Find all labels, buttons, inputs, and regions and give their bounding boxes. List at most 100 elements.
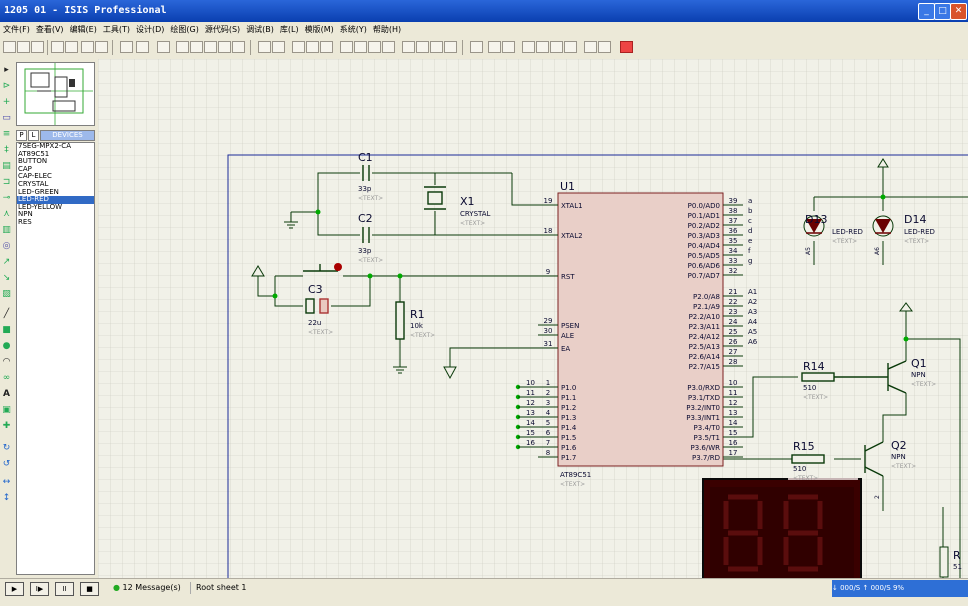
menu-file[interactable]: 文件(F) — [0, 22, 33, 37]
search-tag-icon[interactable] — [488, 41, 501, 53]
origin-icon[interactable] — [157, 41, 170, 53]
virtual-instrument-icon[interactable]: ▨ — [1, 289, 12, 300]
menu-debug[interactable]: 调试(B) — [243, 22, 277, 37]
save-icon[interactable] — [31, 41, 44, 53]
grid-icon[interactable] — [136, 41, 149, 53]
ares-icon[interactable] — [620, 41, 633, 53]
line-icon[interactable]: ╱ — [1, 309, 12, 320]
subcircuit-icon[interactable]: ▤ — [1, 161, 12, 172]
rotate-clockwise-icon[interactable]: ↻ — [1, 443, 12, 454]
pick-devices-tab[interactable]: P — [16, 130, 27, 141]
flip-vertical-icon[interactable]: ↕ — [1, 493, 12, 504]
netlist-icon[interactable] — [598, 41, 611, 53]
minimize-button[interactable]: _ — [918, 3, 935, 20]
import-icon[interactable] — [51, 41, 64, 53]
generator-icon[interactable]: ◎ — [1, 241, 12, 252]
menu-template[interactable]: 模版(M) — [302, 22, 337, 37]
pick-device-icon[interactable] — [402, 41, 415, 53]
menu-source[interactable]: 源代码(S) — [202, 22, 243, 37]
component-mode-icon[interactable]: ⊳ — [1, 81, 12, 92]
play-button[interactable]: ▶ — [5, 582, 24, 596]
new-file-icon[interactable] — [3, 41, 16, 53]
menu-tools[interactable]: 工具(T) — [100, 22, 133, 37]
text-script-icon[interactable]: ≡ — [1, 129, 12, 140]
step-button[interactable]: I▶ — [30, 582, 49, 596]
u1-pin-name: XTAL2 — [561, 232, 583, 240]
refresh-icon[interactable] — [120, 41, 133, 53]
zoom-area-icon[interactable] — [232, 41, 245, 53]
close-button[interactable]: ✕ — [950, 3, 967, 20]
pan-icon[interactable] — [176, 41, 189, 53]
u1-pin-number: 37 — [729, 217, 738, 225]
selection-mode-icon[interactable]: ▸ — [1, 65, 12, 76]
text-icon[interactable]: A — [1, 389, 12, 400]
menu-help[interactable]: 帮助(H) — [370, 22, 404, 37]
erc-icon[interactable] — [584, 41, 597, 53]
graph-icon[interactable]: ⋏ — [1, 209, 12, 220]
box-icon[interactable]: ■ — [1, 325, 12, 336]
messages-indicator[interactable]: ● 12 Message(s) — [113, 582, 181, 594]
menu-graph[interactable]: 绘图(G) — [167, 22, 201, 37]
property-assign-icon[interactable] — [502, 41, 515, 53]
device-pin-icon[interactable]: ⊸ — [1, 193, 12, 204]
menu-design[interactable]: 设计(D) — [133, 22, 167, 37]
u1-pin-name: P2.1/A9 — [693, 303, 720, 311]
pause-button[interactable]: II — [55, 582, 74, 596]
tape-recorder-icon[interactable]: ▥ — [1, 225, 12, 236]
menu-view[interactable]: 查看(V) — [33, 22, 67, 37]
export-icon[interactable] — [65, 41, 78, 53]
net-terminal-label: 16 — [526, 439, 535, 447]
paste-icon[interactable] — [320, 41, 333, 53]
library-manager-tab[interactable]: L — [28, 130, 39, 141]
path-icon[interactable]: ∞ — [1, 373, 12, 384]
flip-horizontal-icon[interactable]: ↔ — [1, 477, 12, 488]
d14-ref: D14 — [904, 213, 926, 226]
coordinate-readout: ↓ 000/S ↑ 000/S 9% — [832, 580, 968, 597]
block-delete-icon[interactable] — [382, 41, 395, 53]
stop-button[interactable]: ■ — [80, 582, 99, 596]
copy-icon[interactable] — [306, 41, 319, 53]
device-list-item[interactable]: RES — [17, 218, 94, 227]
menu-system[interactable]: 系统(Y) — [337, 22, 370, 37]
symbol-icon[interactable]: ▣ — [1, 405, 12, 416]
bill-of-materials-icon[interactable] — [564, 41, 577, 53]
packaging-icon[interactable] — [430, 41, 443, 53]
voltage-probe-icon[interactable]: ↗ — [1, 257, 12, 268]
block-move-icon[interactable] — [354, 41, 367, 53]
open-folder-icon[interactable] — [17, 41, 30, 53]
decompose-icon[interactable] — [444, 41, 457, 53]
print-area-icon[interactable] — [95, 41, 108, 53]
schematic-canvas[interactable]: 19 XTAL1 18 XTAL2 9 RST 29 PSEN 30 ALE 31 EA 1 P1.0 2 P… — [98, 59, 968, 578]
zoom-out-icon[interactable] — [204, 41, 217, 53]
u1-pin-number: 27 — [729, 348, 738, 356]
print-icon[interactable] — [81, 41, 94, 53]
junction-dot-icon[interactable]: + — [1, 97, 12, 108]
marker-icon[interactable]: ✚ — [1, 421, 12, 432]
menu-edit[interactable]: 编辑(E) — [67, 22, 100, 37]
current-probe-icon[interactable]: ↘ — [1, 273, 12, 284]
remove-sheet-icon[interactable] — [536, 41, 549, 53]
rotate-anticlockwise-icon[interactable]: ↺ — [1, 459, 12, 470]
redo-icon[interactable] — [272, 41, 285, 53]
circle-icon[interactable]: ● — [1, 341, 12, 352]
new-sheet-icon[interactable] — [522, 41, 535, 53]
zoom-all-icon[interactable] — [218, 41, 231, 53]
exit-parent-icon[interactable] — [550, 41, 563, 53]
undo-icon[interactable] — [258, 41, 271, 53]
overview-window[interactable] — [16, 62, 95, 126]
x1-ref: X1 — [460, 195, 475, 208]
block-rotate-icon[interactable] — [368, 41, 381, 53]
cut-icon[interactable] — [292, 41, 305, 53]
arc-icon[interactable]: ◠ — [1, 357, 12, 368]
block-copy-icon[interactable] — [340, 41, 353, 53]
make-device-icon[interactable] — [416, 41, 429, 53]
terminal-icon[interactable]: ⊐ — [1, 177, 12, 188]
wire-label-icon[interactable]: ▭ — [1, 113, 12, 124]
maximize-button[interactable]: □ — [934, 3, 951, 20]
bus-icon[interactable]: ‡ — [1, 145, 12, 156]
u1-net-label: A3 — [748, 308, 757, 316]
c1-value: 33p — [358, 185, 372, 193]
zoom-in-icon[interactable] — [190, 41, 203, 53]
menu-library[interactable]: 库(L) — [277, 22, 302, 37]
wire-autorouter-icon[interactable] — [470, 41, 483, 53]
